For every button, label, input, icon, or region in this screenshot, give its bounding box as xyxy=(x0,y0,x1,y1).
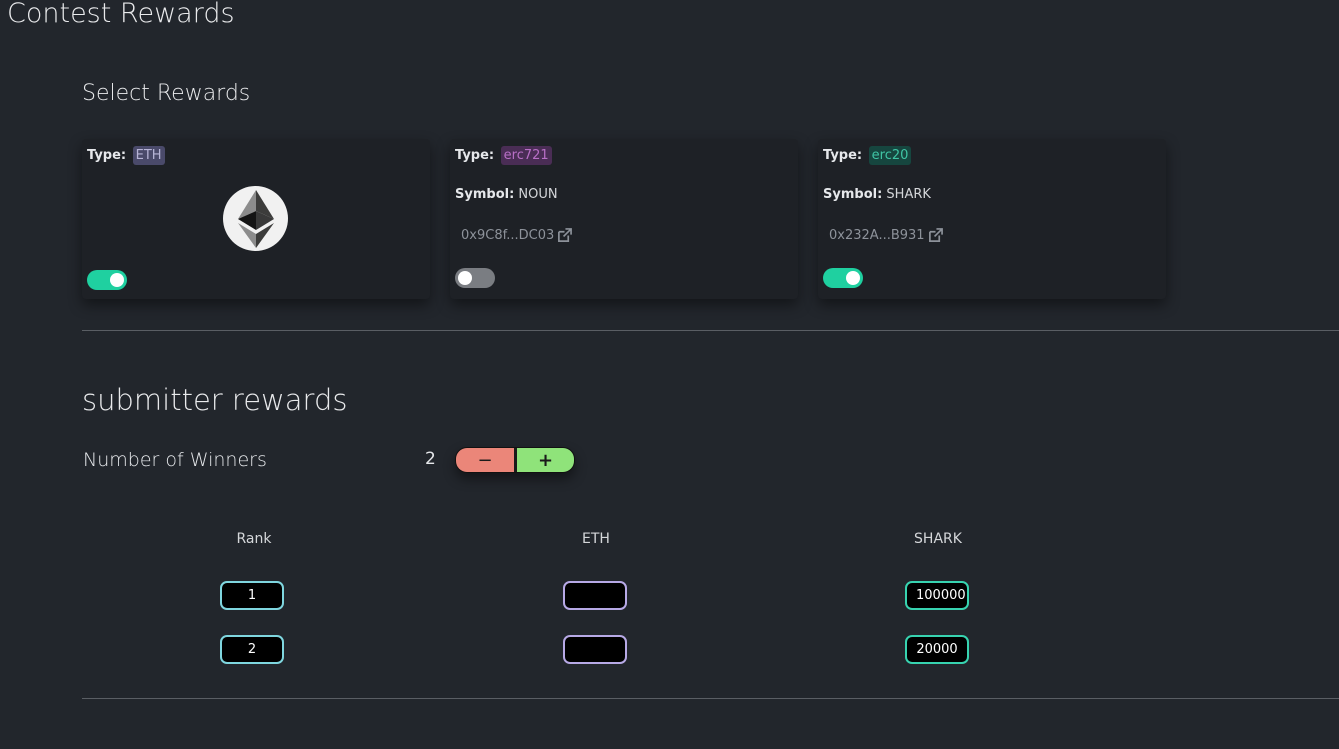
number-of-winners-label: Number of Winners xyxy=(83,449,267,471)
reward-card-erc20: Type: erc20 Symbol: SHARK 0x232A...B931 xyxy=(818,139,1166,299)
type-badge: erc20 xyxy=(868,146,912,165)
symbol-label: Symbol: xyxy=(455,187,515,202)
submitter-rewards-title: submitter rewards xyxy=(82,383,348,417)
type-label: Type: xyxy=(455,148,495,163)
type-badge: ETH xyxy=(132,146,165,165)
increment-winners-button[interactable]: + xyxy=(517,448,574,472)
type-badge: erc721 xyxy=(500,146,552,165)
type-label: Type: xyxy=(823,148,863,163)
column-header-eth: ETH xyxy=(582,531,610,547)
column-header-shark: SHARK xyxy=(914,531,962,547)
contract-address[interactable]: 0x232A...B931 xyxy=(829,228,925,243)
type-row: Type: erc20 xyxy=(823,146,912,165)
external-link-icon[interactable] xyxy=(557,228,573,243)
winners-stepper: − + xyxy=(455,447,575,473)
section-divider-bottom xyxy=(82,698,1339,699)
column-header-rank: Rank xyxy=(236,531,272,547)
rank-input[interactable]: 1 xyxy=(220,581,284,610)
reward-card-eth: Type: ETH xyxy=(82,139,430,299)
erc721-reward-toggle[interactable] xyxy=(455,268,495,288)
number-of-winners-value: 2 xyxy=(425,449,436,469)
type-label: Type: xyxy=(87,148,127,163)
decrement-winners-button[interactable]: − xyxy=(456,448,514,472)
select-rewards-title: Select Rewards xyxy=(82,81,251,106)
shark-amount-input[interactable]: 20000 xyxy=(905,635,969,664)
eth-reward-toggle[interactable] xyxy=(87,270,127,290)
symbol-label: Symbol: xyxy=(823,187,883,202)
contract-address-link[interactable]: 0x9C8f...DC03 xyxy=(461,228,573,243)
symbol-value: NOUN xyxy=(518,187,558,202)
shark-amount-input[interactable]: 100000 xyxy=(905,581,969,610)
contract-address-link[interactable]: 0x232A...B931 xyxy=(829,228,943,243)
symbol-row: Symbol: NOUN xyxy=(455,187,558,202)
type-row: Type: erc721 xyxy=(455,146,552,165)
reward-card-erc721: Type: erc721 Symbol: NOUN 0x9C8f...DC03 xyxy=(450,139,798,299)
contract-address[interactable]: 0x9C8f...DC03 xyxy=(461,228,554,243)
eth-amount-input[interactable] xyxy=(563,581,627,610)
eth-amount-input[interactable] xyxy=(563,635,627,664)
external-link-icon[interactable] xyxy=(928,228,943,243)
type-row: Type: ETH xyxy=(87,146,165,165)
page-title: Contest Rewards xyxy=(7,0,235,29)
rank-input[interactable]: 2 xyxy=(220,635,284,664)
section-divider xyxy=(82,330,1339,331)
erc20-reward-toggle[interactable] xyxy=(823,268,863,288)
symbol-row: Symbol: SHARK xyxy=(823,187,931,202)
symbol-value: SHARK xyxy=(886,187,931,202)
ethereum-logo-icon xyxy=(223,186,288,251)
